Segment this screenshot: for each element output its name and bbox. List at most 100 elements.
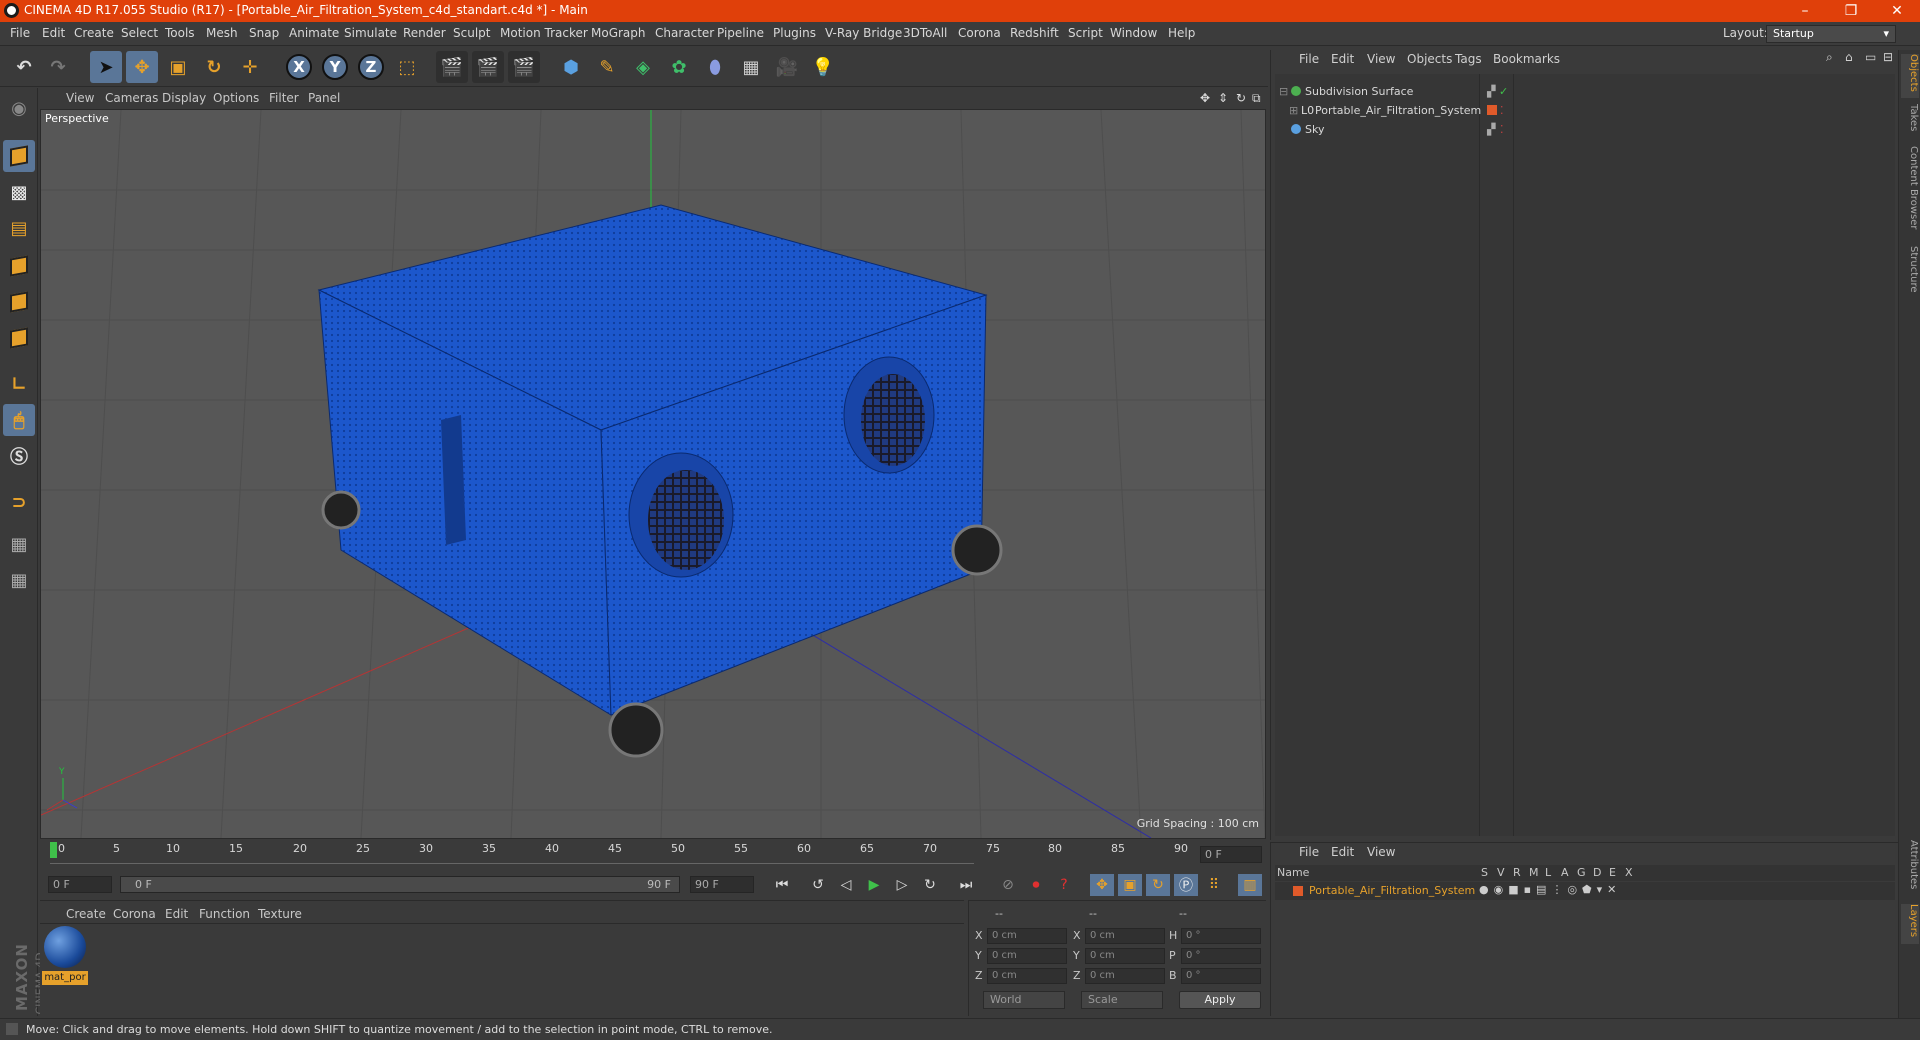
scale-tool-button[interactable]: ▣ bbox=[162, 51, 194, 83]
object-row[interactable]: ⊞ L0 Portable_Air_Filtration_System ⁚ bbox=[1275, 101, 1895, 120]
menu-script[interactable]: Script bbox=[1068, 26, 1103, 40]
viewport-menu-view[interactable]: View bbox=[66, 91, 94, 105]
menu-corona[interactable]: Corona bbox=[958, 26, 1001, 40]
x-axis-toggle[interactable]: X bbox=[283, 51, 315, 83]
expand-toggle-icon[interactable]: ⊞ bbox=[1289, 101, 1298, 120]
material-menu-corona[interactable]: Corona bbox=[113, 907, 156, 921]
layer-color-icon[interactable] bbox=[1487, 105, 1497, 115]
tab-objects[interactable]: Objects bbox=[1901, 54, 1919, 98]
texture-mode-button[interactable]: ▩ bbox=[3, 176, 35, 208]
layers-menu-edit[interactable]: Edit bbox=[1331, 845, 1354, 859]
objects-menu-tags[interactable]: Tags bbox=[1455, 52, 1482, 66]
tweak-mode-button[interactable]: 🖱 bbox=[3, 404, 35, 436]
material-menu-texture[interactable]: Texture bbox=[258, 907, 302, 921]
menu-edit[interactable]: Edit bbox=[42, 26, 65, 40]
object-name[interactable]: Sky bbox=[1305, 120, 1324, 139]
menu-file[interactable]: File bbox=[10, 26, 30, 40]
points-mode-button[interactable] bbox=[3, 250, 35, 282]
layer-color-swatch[interactable] bbox=[1293, 886, 1303, 896]
lock-workplane-button[interactable]: ▦ bbox=[3, 528, 35, 560]
menu-pipeline[interactable]: Pipeline bbox=[717, 26, 764, 40]
visibility-dots-icon[interactable]: ⁚ bbox=[1500, 101, 1504, 120]
coordinate-system-button[interactable]: ⬚ bbox=[391, 51, 423, 83]
menu-vray-bridge[interactable]: V-Ray Bridge bbox=[825, 26, 902, 40]
add-light-button[interactable]: 💡 bbox=[807, 51, 839, 83]
tab-content-browser[interactable]: Content Browser bbox=[1901, 146, 1919, 240]
move-tool-button[interactable]: ✥ bbox=[126, 51, 158, 83]
enabled-check-icon[interactable]: ✓ bbox=[1499, 82, 1508, 101]
collapse-icon[interactable]: ⊟ bbox=[1883, 50, 1893, 64]
tab-layers[interactable]: Layers bbox=[1901, 904, 1919, 944]
object-row[interactable]: Sky ▞ ⁚ bbox=[1275, 120, 1895, 139]
menu-sculpt[interactable]: Sculpt bbox=[453, 26, 490, 40]
rotation-p-field[interactable]: 0 ° bbox=[1181, 948, 1261, 964]
current-frame-field[interactable]: 0 F bbox=[1200, 846, 1262, 863]
menu-tools[interactable]: Tools bbox=[165, 26, 195, 40]
go-to-end-button[interactable]: ⏭ bbox=[954, 874, 978, 896]
previous-frame-button[interactable]: ◁ bbox=[834, 874, 858, 896]
viewport-rotate-icon[interactable]: ↻ bbox=[1236, 91, 1246, 105]
3d-viewport[interactable]: Perspective Y Grid Spacing: 100 cm bbox=[40, 109, 1266, 839]
menu-window[interactable]: Window bbox=[1110, 26, 1157, 40]
visibility-icon[interactable]: ▞ bbox=[1487, 82, 1495, 101]
frame-range-slider[interactable]: 0 F 90 F bbox=[120, 876, 680, 893]
position-z-field[interactable]: 0 cm bbox=[987, 968, 1067, 984]
viewport-menu-options[interactable]: Options bbox=[213, 91, 259, 105]
play-button[interactable]: ▶ bbox=[862, 874, 886, 896]
size-y-field[interactable]: 0 cm bbox=[1085, 948, 1165, 964]
key-position-button[interactable]: ✥ bbox=[1090, 874, 1114, 896]
axis-mode-button[interactable]: ∟ bbox=[3, 368, 35, 400]
menu-character[interactable]: Character bbox=[655, 26, 714, 40]
previous-key-button[interactable]: ↺ bbox=[806, 874, 830, 896]
edges-mode-button[interactable] bbox=[3, 286, 35, 318]
menu-select[interactable]: Select bbox=[121, 26, 158, 40]
layers-menu-file[interactable]: File bbox=[1299, 845, 1319, 859]
key-rotation-button[interactable]: ↻ bbox=[1146, 874, 1170, 896]
timeline-ruler[interactable]: 0 5 10 15 20 25 30 35 40 45 50 55 60 65 … bbox=[40, 840, 1266, 870]
add-camera-button[interactable]: 🎥 bbox=[771, 51, 803, 83]
menu-mesh[interactable]: Mesh bbox=[206, 26, 238, 40]
render-picture-viewer-button[interactable]: 🎬 bbox=[472, 51, 504, 83]
timeline-window-button[interactable]: ▥ bbox=[1238, 874, 1262, 896]
model-mode-button[interactable] bbox=[3, 140, 35, 172]
material-menu-create[interactable]: Create bbox=[66, 907, 106, 921]
add-floor-button[interactable]: ▦ bbox=[735, 51, 767, 83]
menu-help[interactable]: Help bbox=[1168, 26, 1195, 40]
redo-button[interactable]: ↷ bbox=[42, 51, 74, 83]
menu-redshift[interactable]: Redshift bbox=[1010, 26, 1059, 40]
object-name[interactable]: Portable_Air_Filtration_System bbox=[1315, 101, 1481, 120]
key-pla-button[interactable]: ⠿ bbox=[1202, 874, 1226, 896]
tab-structure[interactable]: Structure bbox=[1901, 246, 1919, 302]
menu-snap[interactable]: Snap bbox=[249, 26, 279, 40]
key-scale-button[interactable]: ▣ bbox=[1118, 874, 1142, 896]
objects-menu-objects[interactable]: Objects bbox=[1407, 52, 1452, 66]
menu-simulate[interactable]: Simulate bbox=[344, 26, 397, 40]
size-z-field[interactable]: 0 cm bbox=[1085, 968, 1165, 984]
render-view-button[interactable]: 🎬 bbox=[436, 51, 468, 83]
position-x-field[interactable]: 0 cm bbox=[987, 928, 1067, 944]
position-y-field[interactable]: 0 cm bbox=[987, 948, 1067, 964]
close-button[interactable]: ✕ bbox=[1874, 0, 1920, 22]
add-mograph-button[interactable]: ✿ bbox=[663, 51, 695, 83]
menu-create[interactable]: Create bbox=[74, 26, 114, 40]
workplane-mode-button[interactable]: ▤ bbox=[3, 212, 35, 244]
viewport-menu-panel[interactable]: Panel bbox=[308, 91, 340, 105]
select-tool-button[interactable]: ➤ bbox=[90, 51, 122, 83]
layers-menu-view[interactable]: View bbox=[1367, 845, 1395, 859]
planar-workplane-button[interactable]: ▦ bbox=[3, 564, 35, 596]
apply-button[interactable]: Apply bbox=[1179, 991, 1261, 1009]
minimize-button[interactable]: – bbox=[1782, 0, 1828, 22]
snap-button[interactable]: Ⓢ bbox=[3, 440, 35, 472]
viewport-menu-cameras[interactable]: Cameras bbox=[105, 91, 158, 105]
search-icon[interactable]: ⌕ bbox=[1826, 50, 1833, 65]
objects-menu-file[interactable]: File bbox=[1299, 52, 1319, 66]
add-deformer-button[interactable]: ⬮ bbox=[699, 51, 731, 83]
go-to-start-button[interactable]: ⏮ bbox=[770, 874, 794, 896]
keyframe-selection-button[interactable]: ? bbox=[1052, 874, 1076, 896]
material-menu-function[interactable]: Function bbox=[199, 907, 250, 921]
layer-name[interactable]: Portable_Air_Filtration_System bbox=[1309, 884, 1475, 897]
record-keys-button[interactable]: ⊘ bbox=[996, 874, 1020, 896]
polygons-mode-button[interactable] bbox=[3, 322, 35, 354]
transform-tool-button[interactable]: ✛ bbox=[234, 51, 266, 83]
playhead-marker[interactable] bbox=[50, 842, 57, 858]
